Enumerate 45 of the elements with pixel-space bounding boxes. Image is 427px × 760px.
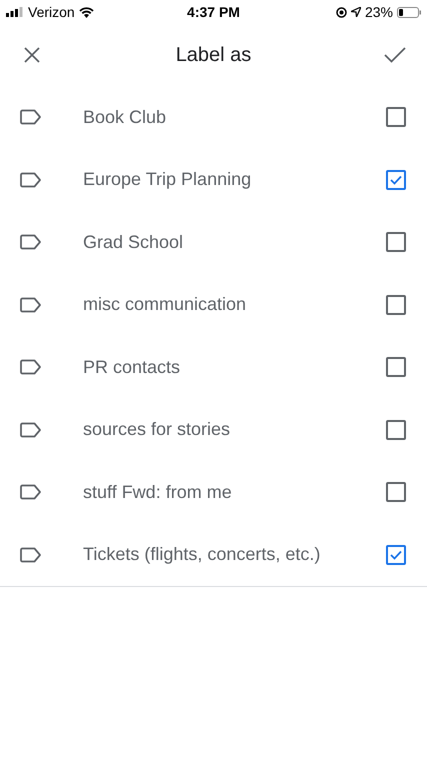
label-name: Europe Trip Planning bbox=[83, 168, 252, 192]
signal-icon bbox=[6, 7, 24, 17]
label-icon bbox=[20, 109, 42, 126]
checkmark-icon bbox=[384, 47, 406, 63]
checkbox[interactable] bbox=[386, 544, 406, 565]
label-name: Grad School bbox=[83, 230, 184, 254]
carrier-name: Verizon bbox=[28, 2, 75, 22]
label-icon bbox=[20, 359, 42, 376]
label-icon bbox=[20, 546, 42, 563]
checkbox[interactable] bbox=[386, 420, 406, 440]
battery-icon bbox=[397, 6, 422, 18]
wifi-icon bbox=[78, 6, 94, 18]
label-row[interactable]: sources for stories bbox=[0, 398, 427, 461]
label-name: Tickets (flights, concerts, etc.) bbox=[83, 543, 322, 566]
checkbox[interactable] bbox=[386, 232, 406, 252]
orientation-lock-icon bbox=[336, 6, 347, 18]
label-name: stuff Fwd: from me bbox=[83, 480, 233, 504]
label-icon bbox=[20, 422, 42, 438]
label-name: Book Club bbox=[83, 106, 168, 129]
checkbox[interactable] bbox=[386, 107, 406, 128]
label-icon bbox=[20, 234, 42, 250]
checkbox[interactable] bbox=[386, 357, 406, 378]
label-row[interactable]: misc communication bbox=[0, 274, 427, 336]
check-icon bbox=[390, 174, 402, 185]
checkbox[interactable] bbox=[386, 482, 406, 502]
close-icon bbox=[23, 46, 41, 64]
label-row[interactable]: Grad School bbox=[0, 211, 427, 274]
label-row[interactable]: stuff Fwd: from me bbox=[0, 461, 427, 524]
label-icon bbox=[20, 484, 42, 500]
label-row[interactable]: Book Club bbox=[0, 86, 427, 148]
checkbox[interactable] bbox=[386, 294, 406, 315]
battery-percent: 23% bbox=[364, 2, 394, 22]
dialog-title: Label as bbox=[176, 43, 252, 68]
label-icon bbox=[20, 172, 42, 188]
label-name: sources for stories bbox=[83, 418, 232, 442]
label-row[interactable]: PR contacts bbox=[0, 336, 427, 398]
label-icon bbox=[20, 296, 42, 313]
status-time: 4:37 PM bbox=[187, 2, 240, 22]
label-name: PR contacts bbox=[83, 356, 182, 379]
label-row[interactable]: Tickets (flights, concerts, etc.) bbox=[0, 524, 427, 586]
checkbox[interactable] bbox=[386, 170, 406, 190]
label-name: misc communication bbox=[83, 293, 248, 316]
label-row[interactable]: Europe Trip Planning bbox=[0, 148, 427, 211]
check-icon bbox=[390, 550, 402, 560]
location-icon bbox=[350, 7, 361, 17]
